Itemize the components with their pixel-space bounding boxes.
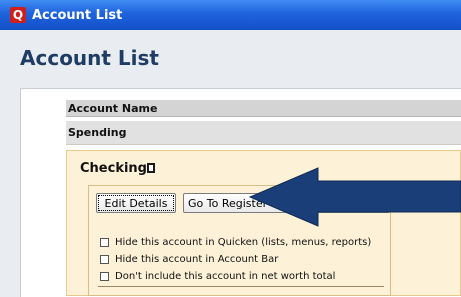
hide-in-quicken-option[interactable]: Hide this account in Quicken (lists, men… [100,235,371,249]
hide-in-account-bar-option[interactable]: Hide this account in Account Bar [100,252,278,266]
divider [98,286,384,287]
column-header-account-name[interactable]: Account Name [66,100,461,117]
title-bar: Q Account List [0,0,461,30]
exclude-net-worth-checkbox[interactable] [100,271,109,281]
quicken-app-icon: Q [10,7,26,23]
exclude-net-worth-option[interactable]: Don't include this account in net worth … [100,269,335,283]
hide-in-quicken-checkbox[interactable] [100,237,109,247]
page-title: Account List [20,46,159,70]
account-action-button[interactable] [292,193,390,213]
account-name-label: Checking [80,161,147,176]
hide-in-quicken-label: Hide this account in Quicken (lists, men… [115,236,372,248]
exclude-net-worth-label: Don't include this account in net worth … [115,270,336,282]
hide-in-account-bar-label: Hide this account in Account Bar [115,253,279,265]
window-title: Account List [32,7,123,23]
register-document-icon[interactable] [147,163,155,173]
hide-in-account-bar-checkbox[interactable] [100,254,109,264]
group-row-spending[interactable]: Spending [66,121,461,145]
go-to-register-button[interactable]: Go To Register [183,193,288,213]
edit-details-button[interactable]: Edit Details [96,193,176,213]
